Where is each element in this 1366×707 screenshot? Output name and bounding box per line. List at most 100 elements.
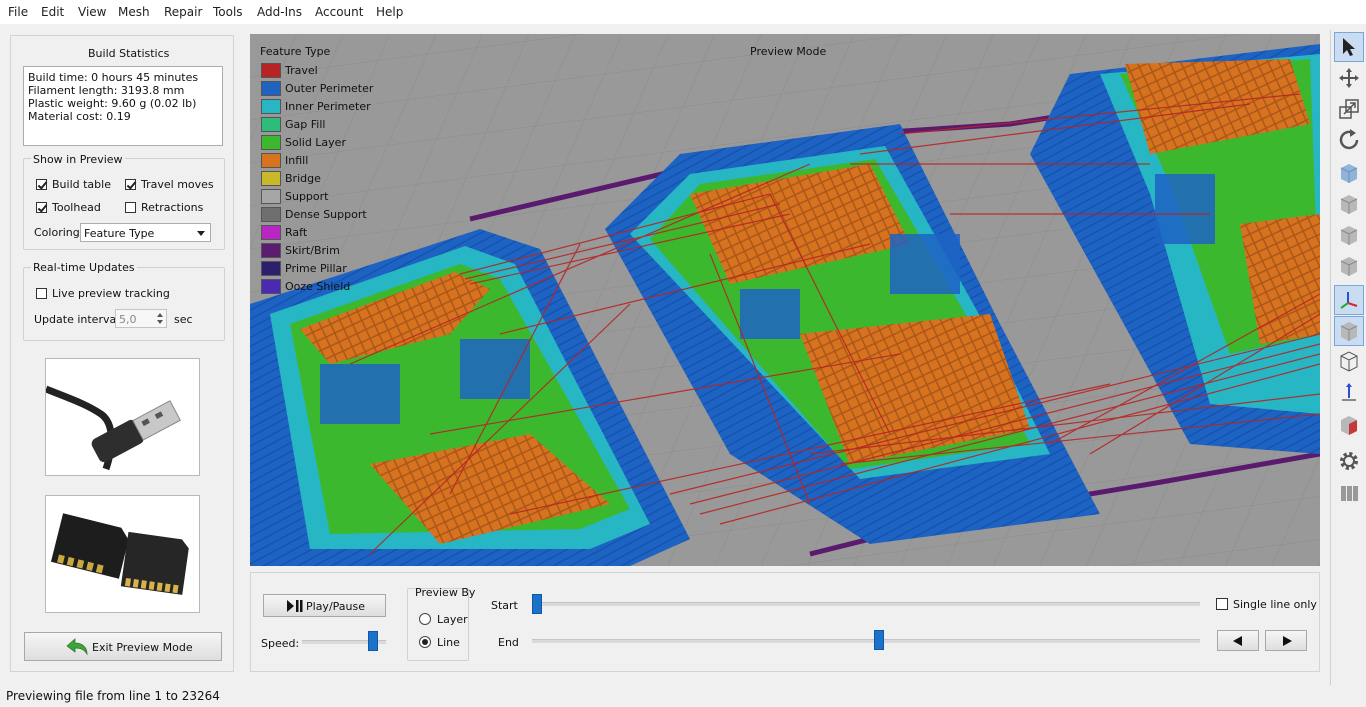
view-side-tool[interactable] bbox=[1334, 220, 1364, 250]
legend-swatch bbox=[261, 63, 281, 78]
spin-up-icon[interactable] bbox=[157, 313, 163, 317]
back-arrow-icon bbox=[66, 638, 88, 656]
start-slider-track[interactable] bbox=[532, 602, 1200, 606]
legend-label: Gap Fill bbox=[285, 118, 326, 131]
preview-by-title: Preview By bbox=[415, 586, 476, 599]
menu-help[interactable]: Help bbox=[376, 5, 403, 19]
legend-swatch bbox=[261, 243, 281, 258]
build-statistics-box: Build time: 0 hours 45 minutes Filament … bbox=[23, 66, 223, 146]
solid-cube-icon bbox=[1340, 322, 1358, 341]
spin-down-icon[interactable] bbox=[157, 320, 163, 324]
toolhead-checkbox[interactable] bbox=[36, 202, 47, 213]
retractions-label: Retractions bbox=[141, 201, 204, 214]
view-top-tool[interactable] bbox=[1334, 189, 1364, 219]
legend-swatch bbox=[261, 117, 281, 132]
printer-icon bbox=[1341, 486, 1358, 501]
legend-swatch bbox=[261, 261, 281, 276]
scale-tool[interactable] bbox=[1334, 94, 1364, 124]
show-in-preview-title: Show in Preview bbox=[31, 153, 125, 166]
chevron-down-icon bbox=[197, 231, 205, 236]
menu-account[interactable]: Account bbox=[315, 5, 363, 19]
axes-toggle[interactable] bbox=[1334, 285, 1364, 315]
move-arrows-icon bbox=[1339, 68, 1359, 88]
play-pause-label: Play/Pause bbox=[306, 600, 365, 613]
view-front-tool[interactable] bbox=[1334, 158, 1364, 188]
cube-view-icon bbox=[1340, 257, 1358, 276]
section-view-toggle[interactable] bbox=[1334, 410, 1364, 440]
menu-mesh[interactable]: Mesh bbox=[118, 5, 150, 19]
normal-arrow-icon bbox=[1342, 383, 1356, 401]
line-radio[interactable] bbox=[419, 636, 431, 648]
legend-label: Skirt/Brim bbox=[285, 244, 340, 257]
menu-bar: File Edit View Mesh Repair Tools Add-Ins… bbox=[0, 0, 1366, 24]
update-interval-unit: sec bbox=[174, 313, 193, 326]
axes-icon bbox=[1340, 292, 1358, 309]
legend-swatch bbox=[261, 99, 281, 114]
toolhead-label: Toolhead bbox=[52, 201, 101, 214]
sd-card-thumbnail[interactable] bbox=[45, 495, 200, 613]
3d-preview-viewport[interactable]: Feature Type Preview Mode Travel Outer Pe… bbox=[250, 34, 1320, 566]
coloring-label: Coloring bbox=[34, 226, 80, 239]
triangle-left-icon bbox=[1233, 636, 1242, 646]
step-forward-button[interactable] bbox=[1265, 630, 1307, 651]
realtime-updates-group bbox=[23, 267, 225, 341]
speed-slider-handle[interactable] bbox=[368, 631, 379, 651]
right-toolbar bbox=[1330, 30, 1366, 685]
cube-view-icon bbox=[1340, 226, 1358, 245]
coloring-value: Feature Type bbox=[84, 227, 155, 240]
update-interval-spinbox[interactable]: 5,0 bbox=[115, 309, 167, 328]
usb-cable-image bbox=[46, 385, 181, 471]
single-line-only-checkbox[interactable] bbox=[1216, 598, 1228, 610]
end-slider-track[interactable] bbox=[532, 639, 1200, 643]
exit-preview-button[interactable]: Exit Preview Mode bbox=[24, 632, 222, 661]
menu-repair[interactable]: Repair bbox=[164, 5, 202, 19]
legend-label: Outer Perimeter bbox=[285, 82, 374, 95]
step-back-button[interactable] bbox=[1217, 630, 1259, 651]
menu-view[interactable]: View bbox=[78, 5, 106, 19]
usb-cable-thumbnail[interactable] bbox=[45, 358, 200, 476]
menu-file[interactable]: File bbox=[8, 5, 28, 19]
legend-swatch bbox=[261, 189, 281, 204]
left-panel: Build Statistics Build time: 0 hours 45 … bbox=[10, 35, 234, 672]
wireframe-cube-icon bbox=[1340, 351, 1358, 372]
legend-swatch bbox=[261, 153, 281, 168]
status-bar: Previewing file from line 1 to 23264 bbox=[6, 689, 220, 703]
start-slider-handle[interactable] bbox=[532, 594, 542, 614]
travel-moves-label: Travel moves bbox=[141, 178, 214, 191]
retractions-checkbox[interactable] bbox=[125, 202, 136, 213]
travel-moves-checkbox[interactable] bbox=[125, 179, 136, 190]
end-slider-handle[interactable] bbox=[874, 630, 885, 650]
start-label: Start bbox=[491, 599, 518, 612]
normals-toggle[interactable] bbox=[1334, 377, 1364, 407]
wireframe-toggle[interactable] bbox=[1334, 346, 1364, 376]
exit-preview-label: Exit Preview Mode bbox=[92, 641, 193, 654]
plastic-weight: Plastic weight: 9.60 g (0.02 lb) bbox=[28, 97, 197, 110]
legend-label: Prime Pillar bbox=[285, 262, 347, 275]
layer-radio[interactable] bbox=[419, 613, 431, 625]
build-statistics-title: Build Statistics bbox=[88, 47, 170, 60]
legend-label: Ooze Shield bbox=[285, 280, 351, 293]
end-label: End bbox=[498, 636, 519, 649]
build-table-checkbox[interactable] bbox=[36, 179, 47, 190]
build-time: Build time: 0 hours 45 minutes bbox=[28, 71, 199, 84]
menu-add-ins[interactable]: Add-Ins bbox=[257, 5, 302, 19]
menu-tools[interactable]: Tools bbox=[213, 5, 243, 19]
select-tool[interactable] bbox=[1334, 32, 1364, 62]
legend-label: Solid Layer bbox=[285, 136, 346, 149]
gear-icon bbox=[1340, 452, 1358, 470]
rotate-tool[interactable] bbox=[1334, 125, 1364, 155]
solid-view-toggle[interactable] bbox=[1334, 316, 1364, 346]
view-iso-tool[interactable] bbox=[1334, 251, 1364, 281]
rotate-icon bbox=[1339, 129, 1359, 150]
live-tracking-checkbox[interactable] bbox=[36, 288, 47, 299]
material-cost: Material cost: 0.19 bbox=[28, 110, 131, 123]
menu-edit[interactable]: Edit bbox=[41, 5, 64, 19]
play-pause-button[interactable]: Play/Pause bbox=[263, 594, 386, 617]
legend-title: Feature Type bbox=[260, 45, 331, 58]
print-tool[interactable] bbox=[1334, 478, 1364, 508]
realtime-updates-title: Real-time Updates bbox=[31, 261, 137, 274]
coloring-select[interactable]: Feature Type bbox=[80, 223, 211, 242]
move-tool[interactable] bbox=[1334, 63, 1364, 93]
update-interval-label: Update interval bbox=[34, 313, 120, 326]
settings-tool[interactable] bbox=[1334, 446, 1364, 476]
